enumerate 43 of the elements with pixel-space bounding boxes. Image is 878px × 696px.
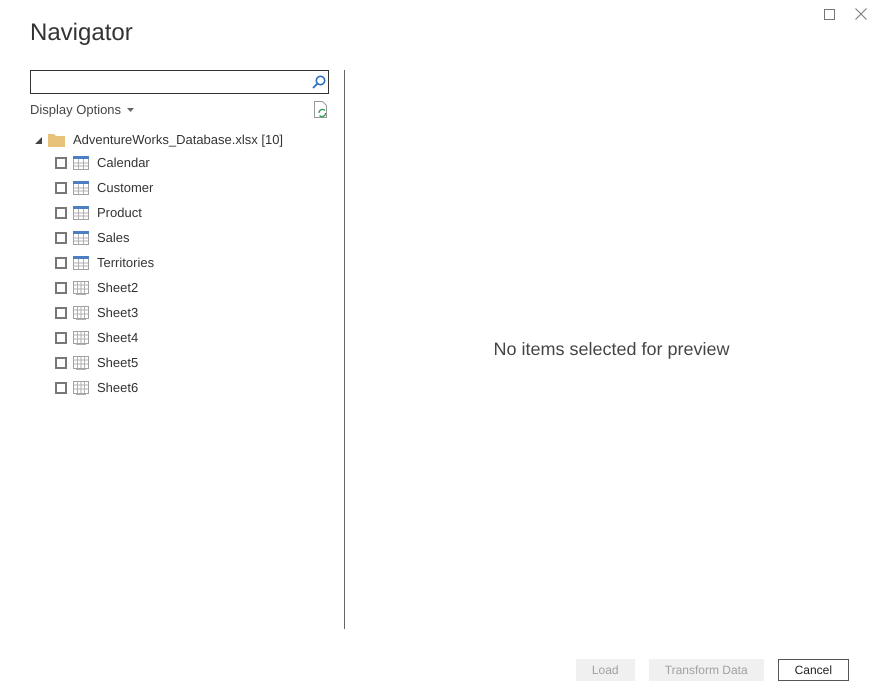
checkbox[interactable] bbox=[55, 232, 67, 244]
display-options-dropdown[interactable]: Display Options bbox=[30, 100, 134, 120]
item-label[interactable]: Sheet6 bbox=[97, 378, 138, 398]
item-label[interactable]: Sheet2 bbox=[97, 278, 138, 298]
item-label[interactable]: Sheet5 bbox=[97, 352, 138, 372]
checkbox[interactable] bbox=[55, 282, 67, 294]
folder-icon bbox=[48, 133, 65, 147]
dialog-button[interactable]: Cancel bbox=[778, 658, 849, 680]
item-label[interactable]: Sheet3 bbox=[97, 302, 138, 322]
refresh-button[interactable] bbox=[313, 101, 329, 119]
window-title: Navigator bbox=[30, 18, 133, 48]
table-icon bbox=[73, 206, 89, 220]
checkbox[interactable] bbox=[55, 182, 67, 194]
checkbox[interactable] bbox=[55, 206, 67, 218]
caret-icon bbox=[127, 108, 134, 112]
close-icon[interactable] bbox=[855, 8, 867, 20]
file-label[interactable]: AdventureWorks_Database.xlsx [10] bbox=[73, 130, 284, 150]
sheet-icon bbox=[73, 330, 89, 344]
checkbox[interactable] bbox=[55, 356, 67, 368]
search-field[interactable] bbox=[30, 70, 329, 94]
item-label[interactable]: Sales bbox=[97, 228, 130, 248]
item-label[interactable]: Sheet4 bbox=[97, 328, 138, 348]
maximize-icon[interactable] bbox=[824, 8, 834, 20]
sheet-icon bbox=[73, 356, 89, 370]
sheet-icon bbox=[73, 280, 89, 294]
checkbox[interactable] bbox=[55, 382, 67, 394]
preview-message: No items selected for preview bbox=[493, 338, 730, 361]
search-icon bbox=[312, 75, 326, 89]
table-icon bbox=[73, 230, 89, 244]
collapse-arrow-icon[interactable] bbox=[34, 136, 42, 144]
item-label[interactable]: Calendar bbox=[97, 152, 150, 172]
checkbox[interactable] bbox=[55, 306, 67, 318]
table-icon bbox=[73, 180, 89, 194]
item-label[interactable]: Customer bbox=[97, 178, 154, 198]
sheet-icon bbox=[73, 380, 89, 394]
sheet-icon bbox=[73, 306, 89, 320]
checkbox[interactable] bbox=[55, 332, 67, 344]
checkbox[interactable] bbox=[55, 256, 67, 268]
checkbox[interactable] bbox=[55, 156, 67, 168]
table-icon bbox=[73, 156, 89, 170]
item-label[interactable]: Product bbox=[97, 202, 142, 222]
table-icon bbox=[73, 256, 89, 270]
item-label[interactable]: Territories bbox=[97, 252, 154, 272]
